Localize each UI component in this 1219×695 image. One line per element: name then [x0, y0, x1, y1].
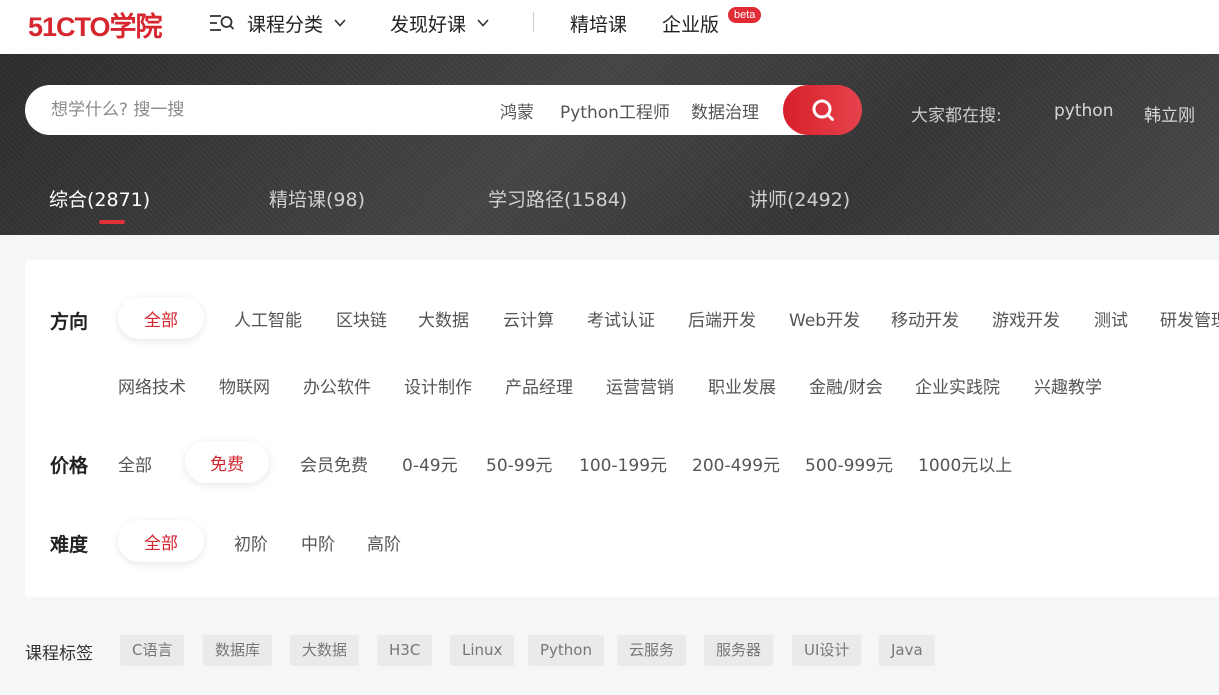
nav-course-category-label: 课程分类 [247, 10, 323, 37]
search-input[interactable] [51, 85, 491, 135]
direction-option-all[interactable]: 全部 [118, 297, 204, 339]
tab-label: 综合 [49, 189, 87, 211]
site-logo[interactable]: 51CTO学院 [28, 8, 162, 40]
direction-option[interactable]: Web开发 [789, 306, 860, 331]
course-tag[interactable]: Python [528, 635, 604, 666]
direction-option[interactable]: 云计算 [503, 306, 554, 331]
search-hot-term[interactable]: Python工程师 [560, 98, 670, 123]
price-option[interactable]: 50-99元 [486, 451, 552, 476]
everyone-searching-term[interactable]: 韩立刚 [1144, 101, 1195, 126]
filter-label-difficulty: 难度 [50, 530, 88, 557]
direction-option[interactable]: 后端开发 [688, 306, 756, 331]
direction-option[interactable]: 人工智能 [234, 306, 302, 331]
course-tag[interactable]: UI设计 [792, 635, 861, 666]
chevron-down-icon [333, 16, 347, 30]
tab-instructor[interactable]: 讲师(2492) [749, 185, 850, 212]
tab-count: (1584) [564, 189, 627, 211]
difficulty-option[interactable]: 初阶 [234, 530, 268, 555]
tab-count: (98) [326, 189, 365, 211]
tab-learning-path[interactable]: 学习路径(1584) [488, 185, 627, 212]
course-tag[interactable]: Linux [450, 635, 514, 666]
price-option[interactable]: 100-199元 [579, 451, 667, 476]
tab-count: (2871) [87, 189, 150, 211]
course-tag[interactable]: C语言 [120, 635, 184, 666]
difficulty-option[interactable]: 中阶 [301, 530, 335, 555]
price-option[interactable]: 200-499元 [692, 451, 780, 476]
course-tag[interactable]: 云服务 [617, 635, 686, 666]
beta-badge: beta [728, 7, 761, 23]
nav-course-category[interactable]: 课程分类 [209, 10, 347, 36]
direction-option[interactable]: 产品经理 [505, 373, 573, 398]
direction-option[interactable]: 办公软件 [303, 373, 371, 398]
price-option[interactable]: 会员免费 [300, 451, 368, 476]
course-tag[interactable]: 服务器 [704, 635, 773, 666]
tab-label: 精培课 [269, 189, 326, 211]
category-list-icon [209, 13, 235, 33]
direction-option[interactable]: 兴趣教学 [1034, 373, 1102, 398]
tab-count: (2492) [787, 189, 850, 211]
direction-option[interactable]: 移动开发 [891, 306, 959, 331]
nav-discover-label: 发现好课 [390, 10, 466, 37]
search-box: 鸿蒙 Python工程师 数据治理 [25, 85, 861, 135]
filter-label-direction: 方向 [50, 307, 88, 334]
nav-divider [533, 12, 534, 32]
direction-option[interactable]: 运营营销 [606, 373, 674, 398]
nav-enterprise[interactable]: 企业版 [662, 10, 719, 36]
search-hot-term[interactable]: 数据治理 [691, 98, 759, 123]
difficulty-option-all[interactable]: 全部 [118, 520, 204, 562]
tab-label: 讲师 [749, 189, 787, 211]
direction-option[interactable]: 研发管理 [1160, 306, 1219, 331]
chevron-down-icon [476, 16, 490, 30]
price-option[interactable]: 0-49元 [402, 451, 458, 476]
direction-option[interactable]: 网络技术 [118, 373, 186, 398]
search-banner: 鸿蒙 Python工程师 数据治理 大家都在搜: python 韩立刚 综合(2… [0, 54, 1219, 235]
search-button[interactable] [783, 85, 862, 135]
course-tags-label: 课程标签 [25, 639, 93, 664]
direction-option[interactable]: 金融/财会 [809, 373, 883, 398]
top-navigation: 51CTO学院 课程分类 发现好课 精培课 企业版 beta [0, 0, 1219, 54]
course-tag[interactable]: 大数据 [290, 635, 359, 666]
filter-label-price: 价格 [50, 451, 88, 478]
course-tag[interactable]: 数据库 [203, 635, 272, 666]
tab-premium[interactable]: 精培课(98) [269, 185, 365, 212]
filter-panel: 方向 全部 人工智能 区块链 大数据 云计算 考试认证 后端开发 Web开发 移… [25, 260, 1219, 597]
nav-discover[interactable]: 发现好课 [390, 10, 490, 36]
tab-all[interactable]: 综合(2871) [49, 185, 150, 212]
price-option-free[interactable]: 免费 [185, 441, 269, 483]
price-option[interactable]: 1000元以上 [918, 451, 1012, 476]
course-tag[interactable]: H3C [377, 635, 432, 666]
everyone-searching-term[interactable]: python [1054, 101, 1113, 121]
active-tab-indicator [99, 220, 125, 224]
course-tag[interactable]: Java [879, 635, 935, 666]
direction-option[interactable]: 设计制作 [404, 373, 472, 398]
search-hot-term[interactable]: 鸿蒙 [500, 98, 534, 123]
direction-option[interactable]: 大数据 [418, 306, 469, 331]
direction-option[interactable]: 游戏开发 [992, 306, 1060, 331]
search-icon [810, 97, 836, 123]
tab-label: 学习路径 [488, 189, 564, 211]
nav-premium-course[interactable]: 精培课 [570, 10, 627, 36]
direction-option[interactable]: 区块链 [336, 306, 387, 331]
direction-option[interactable]: 企业实践院 [915, 373, 1000, 398]
price-option[interactable]: 500-999元 [805, 451, 893, 476]
direction-option[interactable]: 物联网 [219, 373, 270, 398]
difficulty-option[interactable]: 高阶 [367, 530, 401, 555]
direction-option[interactable]: 测试 [1094, 306, 1128, 331]
direction-option[interactable]: 职业发展 [708, 373, 776, 398]
direction-option[interactable]: 考试认证 [587, 306, 655, 331]
everyone-searching-label: 大家都在搜: [911, 101, 1002, 126]
price-option-all[interactable]: 全部 [118, 451, 152, 476]
